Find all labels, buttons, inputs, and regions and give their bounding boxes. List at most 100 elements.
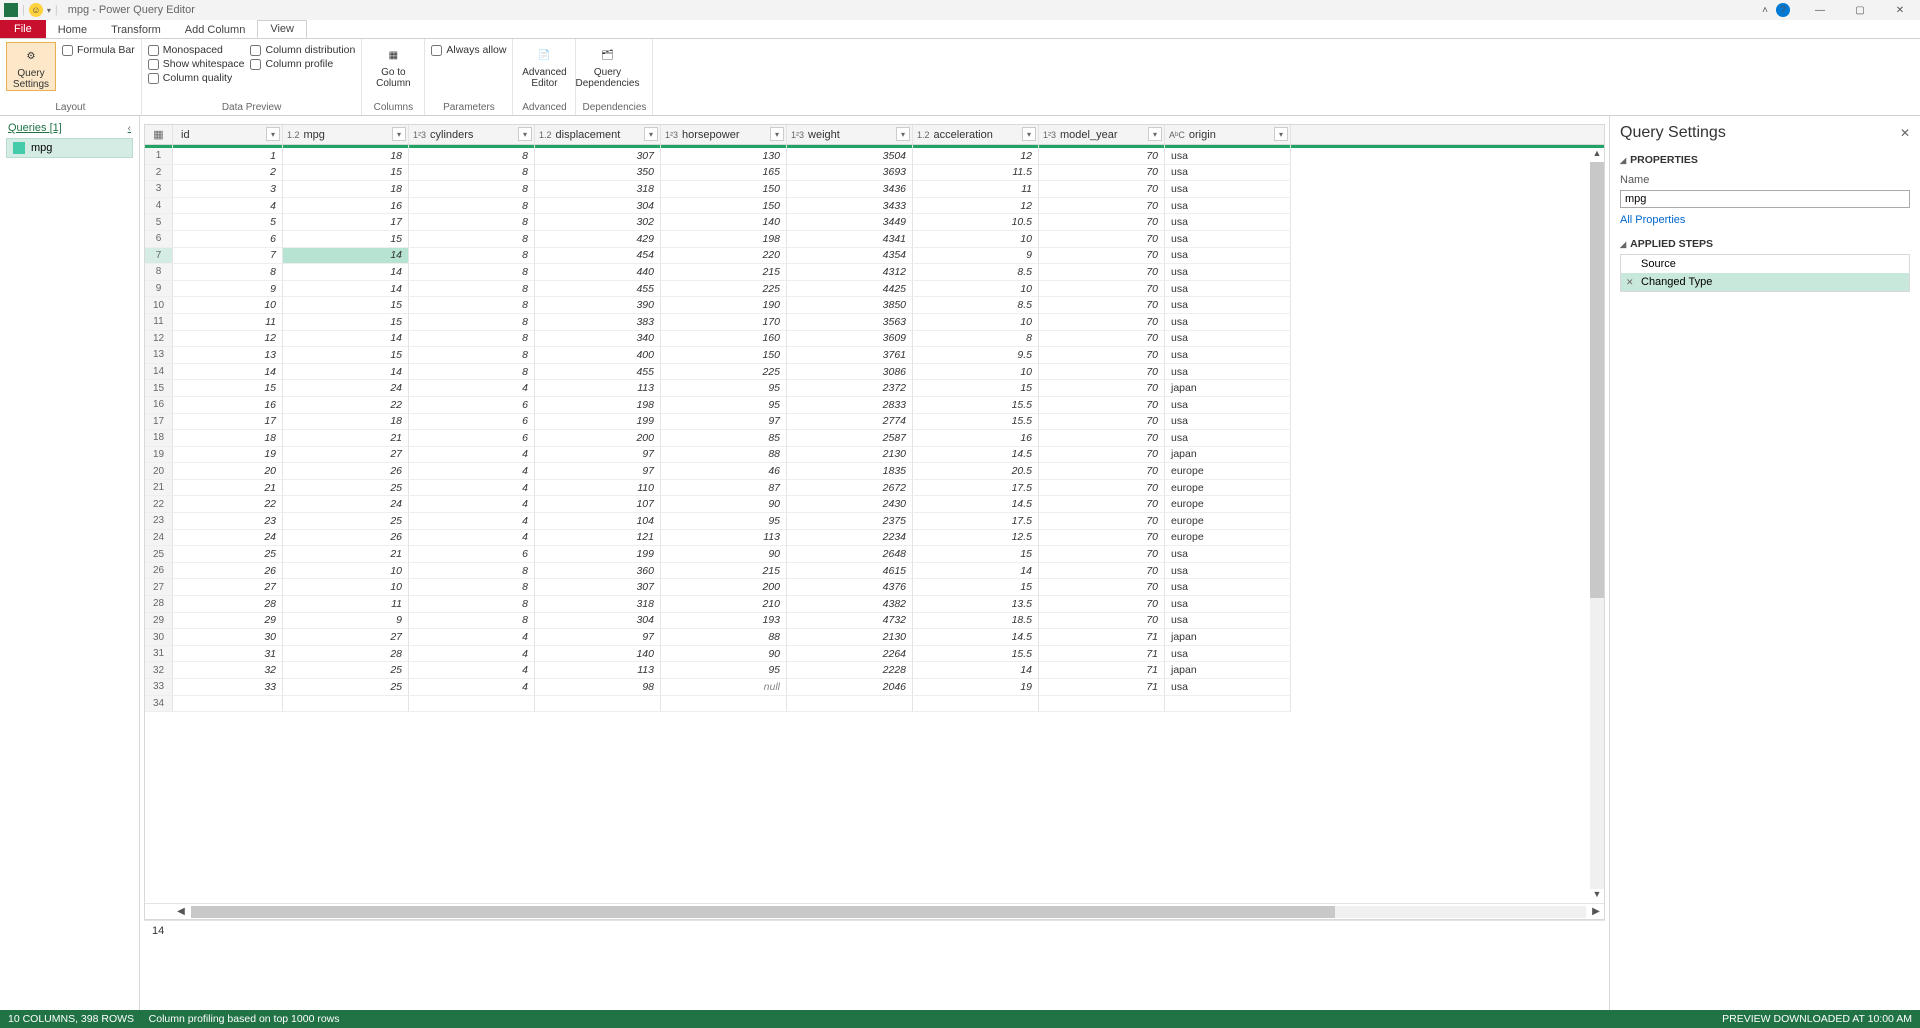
cell[interactable]: 15.5 [913, 646, 1039, 663]
tab-file[interactable]: File [0, 20, 46, 38]
cell[interactable]: 340 [535, 331, 661, 348]
cell[interactable]: 9.5 [913, 347, 1039, 364]
row-number[interactable]: 28 [145, 596, 173, 613]
row-number[interactable]: 10 [145, 297, 173, 314]
cell[interactable]: europe [1165, 480, 1291, 497]
cell[interactable]: 4 [409, 662, 535, 679]
cell[interactable]: 14.5 [913, 629, 1039, 646]
cell[interactable]: 12 [913, 198, 1039, 215]
cell[interactable]: 9 [173, 281, 283, 298]
cell[interactable]: 302 [535, 214, 661, 231]
row-number[interactable]: 16 [145, 397, 173, 414]
cell[interactable]: 88 [661, 447, 787, 464]
cell[interactable]: 18 [173, 430, 283, 447]
cell[interactable]: usa [1165, 331, 1291, 348]
advanced-editor-button[interactable]: 📄 Advanced Editor [519, 42, 569, 89]
cell[interactable] [787, 696, 913, 713]
cell[interactable]: 440 [535, 264, 661, 281]
cell[interactable]: 27 [283, 629, 409, 646]
cell[interactable]: 95 [661, 662, 787, 679]
cell[interactable]: 18 [283, 148, 409, 165]
cell[interactable]: 10 [283, 579, 409, 596]
filter-dropdown-icon[interactable]: ▾ [644, 127, 658, 141]
collapse-queries-icon[interactable]: ‹ [128, 123, 131, 134]
cell[interactable]: 113 [535, 380, 661, 397]
cell[interactable]: 70 [1039, 563, 1165, 580]
cell[interactable]: 10 [913, 231, 1039, 248]
row-number[interactable]: 18 [145, 430, 173, 447]
cell[interactable]: 17.5 [913, 480, 1039, 497]
filter-dropdown-icon[interactable]: ▾ [1148, 127, 1162, 141]
table-row[interactable]: 111115838317035631070usa [145, 314, 1604, 331]
row-number[interactable]: 7 [145, 248, 173, 265]
cell[interactable] [283, 696, 409, 713]
cell[interactable]: 383 [535, 314, 661, 331]
cell[interactable]: 3433 [787, 198, 913, 215]
cell[interactable]: 15 [283, 347, 409, 364]
row-number[interactable]: 3 [145, 181, 173, 198]
cell[interactable]: usa [1165, 397, 1291, 414]
cell[interactable]: 8 [409, 314, 535, 331]
cell[interactable]: 360 [535, 563, 661, 580]
cell[interactable]: 200 [535, 430, 661, 447]
cell[interactable]: 455 [535, 281, 661, 298]
cell[interactable]: 25 [283, 679, 409, 696]
cell[interactable]: 70 [1039, 596, 1165, 613]
cell[interactable]: usa [1165, 679, 1291, 696]
column-header-origin[interactable]: AᵇCorigin▾ [1165, 125, 1291, 144]
cell[interactable]: 104 [535, 513, 661, 530]
cell[interactable]: 4341 [787, 231, 913, 248]
table-row[interactable]: 6615842919843411070usa [145, 231, 1604, 248]
cell[interactable]: 7 [173, 248, 283, 265]
table-row[interactable]: 161622619895283315.570usa [145, 397, 1604, 414]
cell[interactable]: 4 [409, 530, 535, 547]
cell[interactable]: 14 [283, 331, 409, 348]
always-allow-checkbox[interactable]: Always allow [431, 44, 506, 56]
table-row[interactable]: 333325498null20461971usa [145, 679, 1604, 696]
row-number[interactable]: 20 [145, 463, 173, 480]
cell[interactable]: japan [1165, 380, 1291, 397]
column-quality-checkbox[interactable]: Column quality [148, 72, 245, 84]
cell[interactable]: europe [1165, 496, 1291, 513]
cell[interactable]: 2648 [787, 546, 913, 563]
cell[interactable]: 2587 [787, 430, 913, 447]
table-row[interactable]: 30302749788213014.571japan [145, 629, 1604, 646]
cell[interactable]: 3504 [787, 148, 913, 165]
cell[interactable]: 2672 [787, 480, 913, 497]
cell[interactable] [1165, 696, 1291, 713]
query-settings-button[interactable]: ⚙ Query Settings [6, 42, 56, 91]
cell[interactable]: 6 [409, 546, 535, 563]
cell[interactable]: 190 [661, 297, 787, 314]
scroll-up-icon[interactable]: ▲ [1590, 148, 1604, 162]
cell[interactable]: 18 [283, 181, 409, 198]
cell[interactable]: 14 [283, 264, 409, 281]
cell[interactable]: 2430 [787, 496, 913, 513]
smile-icon[interactable]: ☺ [29, 3, 43, 17]
cell[interactable]: 2046 [787, 679, 913, 696]
column-header-acceleration[interactable]: 1.2acceleration▾ [913, 125, 1039, 144]
cell[interactable]: 3436 [787, 181, 913, 198]
cell[interactable]: 17 [173, 414, 283, 431]
cell[interactable]: 8 [409, 596, 535, 613]
cell[interactable]: 10 [173, 297, 283, 314]
cell[interactable]: 32 [173, 662, 283, 679]
cell[interactable]: 8 [409, 231, 535, 248]
row-number[interactable]: 22 [145, 496, 173, 513]
cell[interactable]: 17 [283, 214, 409, 231]
cell[interactable]: 16 [283, 198, 409, 215]
scroll-left-icon[interactable]: ◀ [173, 906, 189, 917]
cell[interactable]: 121 [535, 530, 661, 547]
cell[interactable]: 11 [283, 596, 409, 613]
table-row[interactable]: 12121483401603609870usa [145, 331, 1604, 348]
cell[interactable]: 26 [173, 563, 283, 580]
cell[interactable]: 24 [283, 380, 409, 397]
cell[interactable]: 140 [661, 214, 787, 231]
cell[interactable]: 14 [913, 563, 1039, 580]
cell[interactable]: europe [1165, 530, 1291, 547]
cell[interactable]: 130 [661, 148, 787, 165]
cell[interactable]: 70 [1039, 165, 1165, 182]
cell[interactable]: 113 [535, 662, 661, 679]
cell[interactable]: null [661, 679, 787, 696]
cell[interactable]: usa [1165, 579, 1291, 596]
cell[interactable]: 25 [283, 513, 409, 530]
